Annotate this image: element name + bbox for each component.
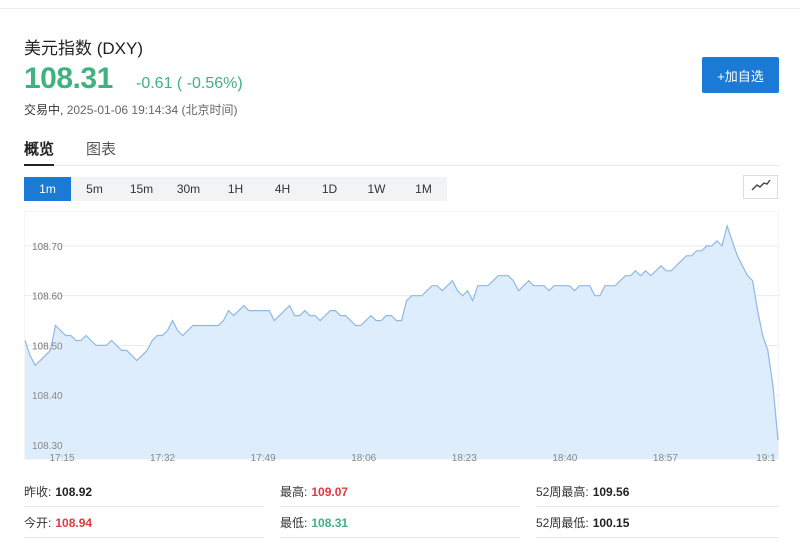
y-tick-label: 108.70 [32, 242, 63, 253]
x-tick-label: 18:40 [552, 453, 577, 464]
interval-30m[interactable]: 30m [165, 177, 212, 201]
high-value: 109.07 [311, 485, 349, 499]
stats-divider [280, 537, 520, 538]
chart-type-toggle-button[interactable] [743, 175, 778, 199]
tab-bar: 概览 图表 [24, 138, 779, 166]
x-tick-label: 18:57 [653, 453, 678, 464]
day-high: 最高: 109.07 [280, 483, 348, 500]
y-tick-label: 108.30 [32, 441, 63, 452]
interval-1d[interactable]: 1D [306, 177, 353, 201]
low-value: 108.31 [311, 516, 349, 530]
interval-1w[interactable]: 1W [353, 177, 400, 201]
x-tick-label: 18:23 [452, 453, 477, 464]
stats-divider [536, 537, 779, 538]
week52-high-value: 109.56 [592, 485, 630, 499]
interval-4h[interactable]: 4H [259, 177, 306, 201]
quote-stats: 昨收: 108.92 今开: 108.94 最高: 109.07 最低: 108.31 … [24, 483, 779, 539]
x-tick-label: 17:15 [49, 453, 74, 464]
prev-close: 昨收: 108.92 [24, 483, 92, 500]
line-chart-icon [751, 178, 771, 196]
stats-divider [280, 506, 520, 507]
tab-chart[interactable]: 图表 [86, 138, 116, 166]
x-tick-label: 19:1 [756, 453, 776, 464]
y-tick-label: 108.60 [32, 292, 63, 303]
interval-15m[interactable]: 15m [118, 177, 165, 201]
low-label: 最低: [280, 516, 308, 530]
week52-high: 52周最高: 109.56 [536, 483, 629, 500]
high-label: 最高: [280, 485, 308, 499]
y-tick-label: 108.50 [32, 341, 63, 352]
stats-divider [536, 506, 779, 507]
quote-timestamp: 2025-01-06 19:14:34 (北京时间) [66, 103, 238, 117]
week52-low-value: 100.15 [592, 516, 630, 530]
x-tick-label: 18:06 [351, 453, 376, 464]
open-label: 今开: [24, 516, 52, 530]
x-tick-label: 17:49 [251, 453, 276, 464]
tab-overview[interactable]: 概览 [24, 138, 55, 166]
week52-high-label: 52周最高: [536, 485, 589, 499]
interval-selector: 1m 5m 15m 30m 1H 4H 1D 1W 1M [24, 177, 447, 201]
week52-low-label: 52周最低: [536, 516, 589, 530]
price-chart: 108.70108.60108.50108.40108.30108.70108.… [24, 211, 779, 467]
prev-close-label: 昨收: [24, 485, 52, 499]
trading-status: 交易中, 2025-01-06 19:14:34 (北京时间) [24, 101, 237, 118]
day-low: 最低: 108.31 [280, 514, 348, 531]
x-tick-label: 17:32 [150, 453, 175, 464]
price-chart-svg: 108.70108.60108.50108.40108.30108.70108.… [24, 211, 779, 464]
price-change: -0.61 ( -0.56%) [136, 75, 243, 92]
open-price: 今开: 108.94 [24, 514, 92, 531]
trading-status-label: 交易中, [24, 103, 64, 117]
interval-1m[interactable]: 1m [24, 177, 71, 201]
add-to-watchlist-button[interactable]: +加自选 [702, 57, 779, 93]
week52-low: 52周最低: 100.15 [536, 514, 629, 531]
page-title: 美元指数 (DXY) [24, 39, 143, 58]
interval-5m[interactable]: 5m [71, 177, 118, 201]
stats-divider [24, 537, 264, 538]
interval-1h[interactable]: 1H [212, 177, 259, 201]
stats-divider [24, 506, 264, 507]
top-divider [0, 8, 800, 9]
current-price: 108.31 [24, 62, 113, 95]
prev-close-value: 108.92 [55, 485, 93, 499]
y-tick-label: 108.40 [32, 391, 63, 402]
interval-1mo[interactable]: 1M [400, 177, 447, 201]
open-value: 108.94 [55, 516, 93, 530]
